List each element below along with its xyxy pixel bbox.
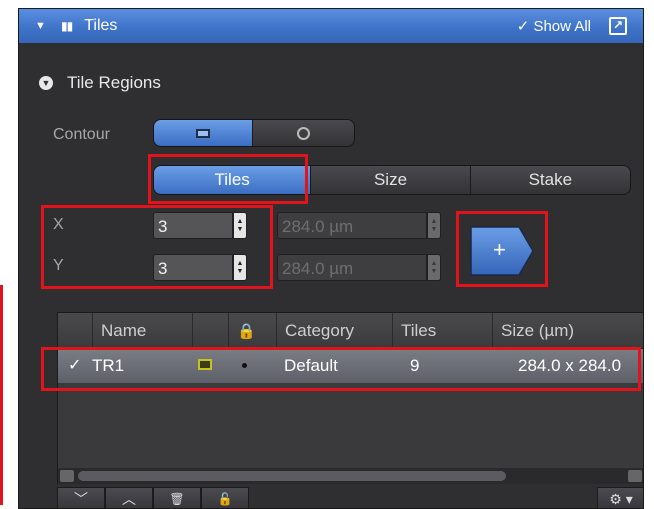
tile-regions-header[interactable]: ▼ Tile Regions (39, 73, 161, 93)
move-down-button[interactable]: ﹀ (57, 487, 105, 508)
col-header-checkbox[interactable] (58, 313, 92, 349)
x-count-field[interactable]: 3 (153, 212, 233, 239)
mode-tabs: Tiles Size Stake (153, 165, 631, 195)
contour-label: Contour (53, 126, 110, 143)
lock-icon: 🔒 (237, 323, 256, 340)
x-label: X (53, 216, 64, 233)
settings-button[interactable]: ⚙ ▾ (597, 487, 643, 508)
x-size-arrows: ▲ ▼ (427, 212, 441, 239)
chevron-up-icon: ︿ (122, 491, 136, 507)
tiles-icon: ▮▮ (61, 19, 73, 33)
table-toolbar: ﹀ ︿ 🗑 🔓 ⚙ ▾ (57, 487, 643, 508)
scroll-left-icon[interactable] (60, 470, 74, 482)
col-header-category[interactable]: Category (276, 313, 392, 349)
col-header-lock[interactable]: 🔒 (228, 313, 276, 349)
table-header: Name 🔒 Category Tiles Size (µm) (58, 313, 643, 349)
col-header-tiles[interactable]: Tiles (392, 313, 492, 349)
row-name: TR1 (92, 356, 125, 375)
chevron-down-icon: ﹀ (74, 491, 88, 507)
row-tiles: 9 (410, 356, 420, 375)
tab-stake[interactable]: Stake (470, 166, 630, 194)
row-size: 284.0 x 284.0 (518, 356, 622, 375)
panel-titlebar[interactable]: ▼ ▮▮ Tiles ✓ Show All ↗ (19, 9, 643, 43)
scroll-right-icon[interactable] (628, 470, 642, 482)
add-icon: + (493, 237, 506, 262)
left-highlight-mark (0, 285, 6, 505)
horizontal-scrollbar[interactable] (58, 468, 643, 484)
y-size-arrows: ▲ ▼ (427, 254, 441, 281)
contour-rectangle-button[interactable] (154, 120, 254, 146)
tab-tiles[interactable]: Tiles (154, 166, 312, 194)
y-label: Y (53, 257, 64, 274)
gear-icon: ⚙ ▾ (609, 490, 633, 507)
section-title: Tile Regions (67, 73, 161, 92)
tab-size[interactable]: Size (311, 166, 471, 194)
contour-toggle (153, 119, 355, 147)
contour-circle-button[interactable] (253, 120, 354, 146)
row-category: Default (284, 356, 338, 375)
tiles-panel: ▼ ▮▮ Tiles ✓ Show All ↗ ▼ Tile Regions C… (18, 8, 644, 509)
rectangle-icon (196, 128, 210, 138)
popout-icon[interactable]: ↗ (609, 17, 627, 35)
y-count-field[interactable]: 3 (153, 254, 233, 281)
show-all-toggle[interactable]: ✓ Show All (517, 17, 591, 35)
delete-button[interactable]: 🗑 (153, 487, 201, 508)
x-size-field: 284.0 µm (277, 212, 427, 239)
unlock-icon: 🔓 (217, 492, 233, 506)
scrollbar-thumb[interactable] (78, 471, 506, 481)
x-size-stepper: 284.0 µm ▲ ▼ (277, 212, 441, 239)
col-header-icon[interactable] (192, 313, 228, 349)
y-stepper-arrows[interactable]: ▲ ▼ (233, 254, 247, 281)
circle-icon (297, 126, 310, 140)
col-header-name[interactable]: Name (92, 313, 192, 349)
y-count-stepper[interactable]: 3 ▲ ▼ (153, 254, 247, 281)
tile-region-icon (198, 359, 212, 370)
add-tile-region-button[interactable]: + (467, 225, 535, 277)
x-stepper-arrows[interactable]: ▲ ▼ (233, 212, 247, 239)
trash-icon: 🗑 (169, 492, 185, 506)
move-up-button[interactable]: ︿ (105, 487, 153, 508)
unlock-button[interactable]: 🔓 (201, 487, 249, 508)
tile-regions-table: Name 🔒 Category Tiles Size (µm) ✓ TR1 De… (57, 312, 643, 484)
col-header-size[interactable]: Size (µm) (492, 313, 643, 349)
table-row[interactable]: ✓ TR1 Default 9 284.0 x 284.0 (58, 349, 643, 383)
y-size-stepper: 284.0 µm ▲ ▼ (277, 254, 441, 281)
collapse-bullet-icon: ▼ (39, 76, 53, 90)
panel-title: Tiles (84, 17, 118, 34)
chevron-down-icon[interactable]: ▼ (35, 20, 47, 32)
lock-state-dot[interactable] (242, 363, 247, 368)
row-checkbox[interactable]: ✓ (68, 358, 84, 374)
x-count-stepper[interactable]: 3 ▲ ▼ (153, 212, 247, 239)
y-size-field: 284.0 µm (277, 254, 427, 281)
